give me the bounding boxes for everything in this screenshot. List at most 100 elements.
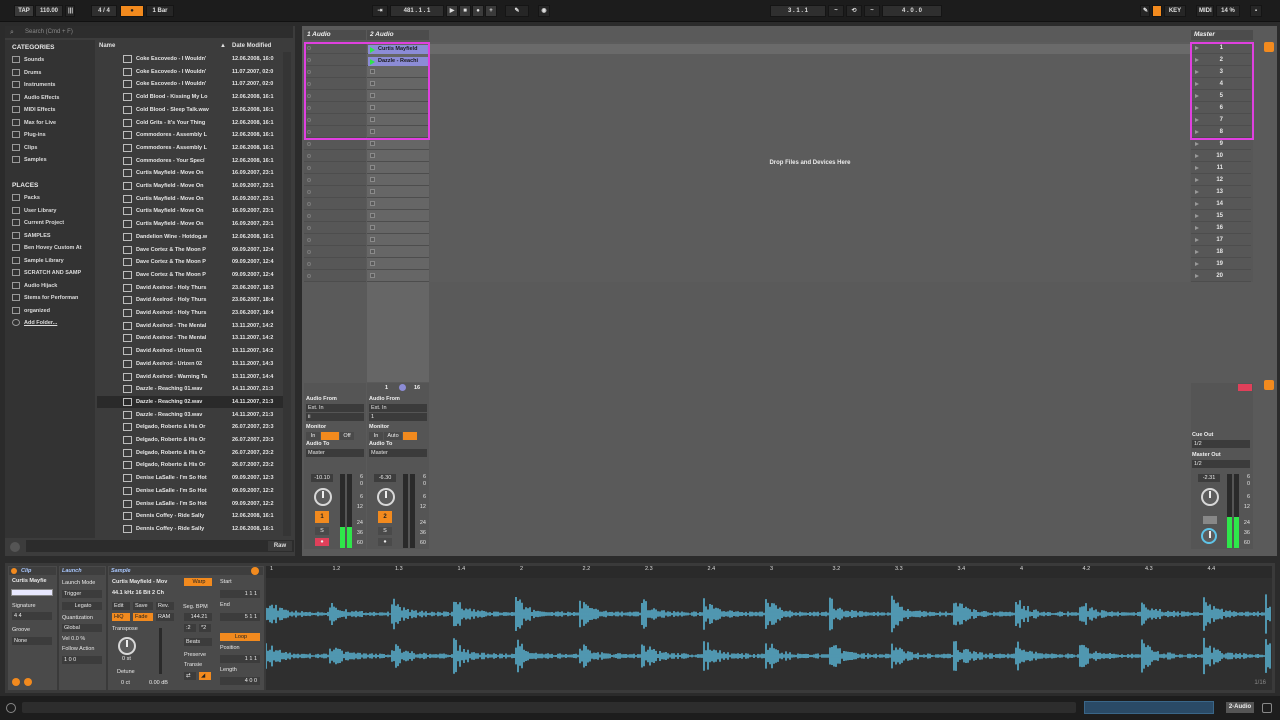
warp-button[interactable]: Warp [184,578,212,586]
clip-slot[interactable] [367,234,429,246]
file-row[interactable]: Curtis Mayfield - Move On 16.09.2007, 23:… [97,167,283,180]
sort-arrow-icon[interactable]: ▲ [220,40,226,52]
session-record-icon[interactable]: ◉ [538,5,550,17]
track-activator-2[interactable]: 2 [378,511,392,523]
signature-field[interactable]: 4 / 4 [91,5,117,17]
clip-slot-record-icon[interactable] [307,214,311,218]
file-row[interactable]: Delgado, Roberto & His Or 26.07.2007, 23:… [97,421,283,434]
track-title-2[interactable]: 2 Audio [367,30,429,40]
scene-launch[interactable]: 10 [1191,150,1251,162]
place-user-library[interactable]: User Library [12,206,96,216]
file-row[interactable]: Commodores - Assembly L 12.06.2008, 16:1 [97,142,283,155]
monitor-in-1[interactable]: In [306,432,320,440]
clip-slot-record-icon[interactable] [307,142,311,146]
scene-play-icon[interactable] [1195,214,1199,218]
signature-field[interactable]: 4 4 [12,612,52,620]
beat-ruler[interactable]: 1 1.2 1.3 1.4 2 2.2 2.3 2.4 3 3.2 3.3 3.4 4 4.2 4.3 4.4 [266,566,1272,578]
clip-slot-stop-icon[interactable] [370,177,375,182]
crossfade-icon[interactable] [1238,384,1252,391]
place-sample-library[interactable]: Sample Library [12,256,96,266]
file-row[interactable]: David Axelrod - Urizen 01 13.11.2007, 14:… [97,345,283,358]
scene-play-icon[interactable] [1195,262,1199,266]
clip-slot[interactable] [304,222,366,234]
loop-switch-icon[interactable]: ⟲ [846,5,862,17]
sample-close-icon[interactable] [251,567,259,575]
cue-out-dropdown[interactable]: 1/2 [1192,440,1250,448]
clip-slot[interactable] [367,162,429,174]
clip-slot-record-icon[interactable] [307,226,311,230]
clip-slot-stop-icon[interactable] [370,165,375,170]
clip-slot[interactable] [367,150,429,162]
follow-action-time[interactable]: 1 0 0 [62,656,102,664]
half-tempo-button[interactable]: :2 [184,624,196,632]
volume-readout-1[interactable]: -10.10 [311,474,333,482]
scene-play-icon[interactable] [1195,250,1199,254]
place-stems[interactable]: Stems for Performan [12,293,96,303]
double-tempo-button[interactable]: *2 [199,624,211,632]
add-folder-button[interactable]: Add Folder... [12,318,96,328]
volume-readout-2[interactable]: -6.30 [374,474,396,482]
master-track-title[interactable]: Master [1191,30,1253,40]
clip-slot[interactable] [304,186,366,198]
place-organized[interactable]: organized [12,306,96,316]
clip-slot[interactable] [304,174,366,186]
overdub-button[interactable]: + [485,5,497,17]
clip-slot-record-icon[interactable] [307,274,311,278]
clip-slot-record-icon[interactable] [307,250,311,254]
pan-knob-2[interactable] [377,488,395,506]
input-channel-dropdown-2[interactable]: 1 [369,413,427,421]
clip-slot[interactable] [304,198,366,210]
solo-button-1[interactable]: S [315,527,329,535]
record-button[interactable]: ● [472,5,484,17]
scene-launch[interactable]: 18 [1191,246,1251,258]
key-map-button[interactable]: KEY [1164,5,1186,17]
clip-slot-stop-icon[interactable] [370,225,375,230]
start-field[interactable]: 1 1 1 [220,590,260,598]
file-row[interactable]: Delgado, Roberto & His Or 26.07.2007, 23:… [97,434,283,447]
status-scrollbar[interactable] [22,702,1076,713]
place-audio-hijack[interactable]: Audio Hijack [12,281,96,291]
place-scratch[interactable]: SCRATCH AND SAMP [12,268,96,278]
scene-launch[interactable]: 19 [1191,258,1251,270]
file-row[interactable]: Commodores - Your Speci 12.06.2008, 16:1 [97,155,283,168]
reverse-button[interactable]: Rev. [156,602,174,610]
file-row[interactable]: Coke Escovedo - I Wouldn' 12.06.2008, 16:… [97,53,283,66]
file-row[interactable]: Cold Blood - Sleep Talk.wav 12.06.2008, 1… [97,104,283,117]
file-row[interactable]: Curtis Mayfield - Move On 16.09.2007, 23:… [97,205,283,218]
clip-slot[interactable] [367,222,429,234]
category-plugins[interactable]: Plug-ins [12,130,96,140]
preview-toggle-icon[interactable] [10,542,20,552]
audio-to-dropdown-1[interactable]: Master [306,449,364,457]
warp-mode-dropdown[interactable]: Beats [184,638,212,646]
ram-button[interactable]: RAM [156,613,174,621]
preview-strip[interactable] [26,540,294,552]
clip-slot[interactable] [304,270,366,282]
launch-tab[interactable]: Launch [60,567,105,575]
category-midi-effects[interactable]: MIDI Effects [12,105,96,115]
file-row[interactable]: Denise LaSalle - I'm So Hot 09.09.2007, 1… [97,472,283,485]
file-row[interactable]: Dazzle - Reaching 02.wav 14.11.2007, 21:3 [97,395,283,409]
clip-slot[interactable] [367,246,429,258]
clip-slot[interactable] [367,258,429,270]
clip-slot[interactable] [304,162,366,174]
envelope-toggle-icon[interactable]: ◢ [199,672,211,680]
category-clips[interactable]: Clips [12,143,96,153]
fade-button[interactable]: Fade [133,613,153,621]
velocity-field[interactable]: Vel 0.0 % [62,636,85,642]
file-row[interactable]: David Axelrod - Urizen 02 13.11.2007, 14:… [97,358,283,371]
track-title-1[interactable]: 1 Audio [304,30,366,40]
scene-play-icon[interactable] [1195,142,1199,146]
category-sounds[interactable]: Sounds [12,55,96,65]
category-max-for-live[interactable]: Max for Live [12,118,96,128]
tempo-field[interactable]: 110.00 [35,5,63,17]
scene-play-icon[interactable] [1195,178,1199,182]
sample-tab[interactable]: Sample [109,567,263,575]
browser-scrollbar[interactable] [283,52,291,536]
clip-slot-stop-icon[interactable] [370,189,375,194]
clip-slot-stop-icon[interactable] [370,153,375,158]
clip-slot-stop-icon[interactable] [370,261,375,266]
place-samples[interactable]: SAMPLES [12,231,96,241]
scene-launch[interactable]: 20 [1191,270,1251,282]
hot-swap-icon[interactable] [12,678,20,686]
envelope-icon[interactable] [24,678,32,686]
